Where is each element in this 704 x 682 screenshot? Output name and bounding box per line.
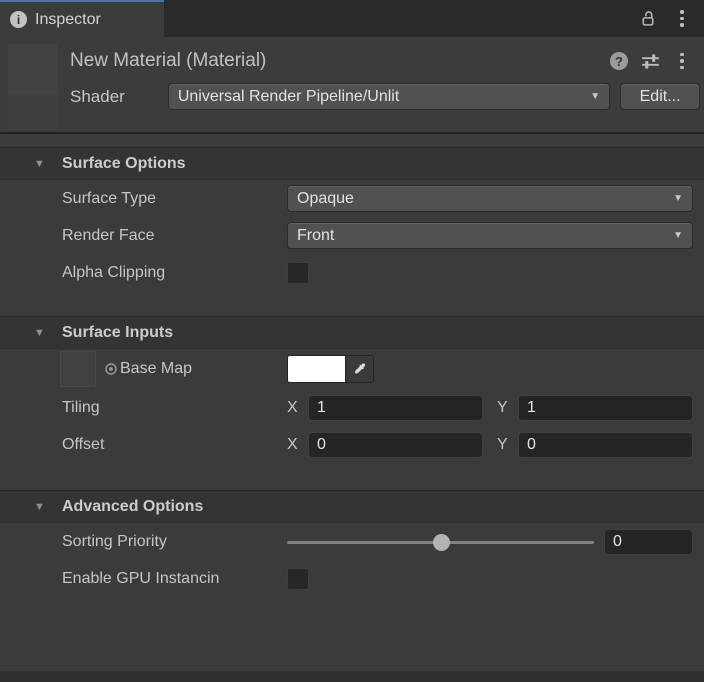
tab-bar-actions [638,0,704,37]
foldout-arrow-icon[interactable]: ▼ [34,501,62,513]
info-icon: i [10,11,27,28]
section-title: Advanced Options [62,498,203,516]
chevron-down-icon: ▼ [590,91,600,102]
tab-label: Inspector [35,11,101,29]
tiling-label: Tiling [62,399,287,417]
alpha-clipping-row: Alpha Clipping [0,254,704,291]
eyedropper-icon[interactable] [345,356,373,382]
surface-type-value: Opaque [297,190,667,208]
gpu-instancing-checkbox[interactable] [287,568,309,590]
header-divider [0,132,704,134]
window-menu-icon[interactable] [672,9,692,29]
offset-x-input[interactable] [308,432,483,458]
section-title: Surface Options [62,155,186,173]
surface-type-row: Surface Type Opaque ▼ [0,180,704,217]
unlock-icon[interactable] [638,9,658,29]
section-title: Surface Inputs [62,324,173,342]
alpha-clipping-label: Alpha Clipping [62,264,287,282]
tiling-y-input[interactable] [518,395,693,421]
sorting-priority-input[interactable] [604,529,693,555]
section-advanced-options[interactable]: ▼ Advanced Options [0,490,704,523]
base-map-label: Base Map [120,360,192,378]
offset-y-input[interactable] [518,432,693,458]
material-preview-thumbnail[interactable] [8,44,58,94]
render-face-row: Render Face Front ▼ [0,217,704,254]
render-face-dropdown[interactable]: Front ▼ [287,222,693,249]
base-map-color-control [287,355,374,383]
sorting-priority-slider[interactable] [287,533,594,551]
edit-shader-button[interactable]: Edit... [620,83,700,110]
material-preview-thumbnail-lower [8,94,58,130]
presets-icon[interactable] [640,51,660,71]
chevron-down-icon: ▼ [673,193,683,204]
foldout-arrow-icon[interactable]: ▼ [34,158,62,170]
material-title: New Material (Material) [70,50,610,72]
offset-row: Offset X Y [0,426,704,463]
sorting-priority-row: Sorting Priority [0,523,704,560]
tiling-x-input[interactable] [308,395,483,421]
shader-dropdown[interactable]: Universal Render Pipeline/Unlit ▼ [168,83,610,110]
alpha-clipping-checkbox[interactable] [287,262,309,284]
inspector-body: ▼ Surface Options Surface Type Opaque ▼ … [0,147,704,597]
base-map-color-swatch[interactable] [288,356,345,382]
tiling-y-axis-label: Y [497,399,511,417]
offset-y-axis-label: Y [497,436,511,454]
shader-label: Shader [70,87,168,107]
section-surface-options[interactable]: ▼ Surface Options [0,147,704,180]
material-header: New Material (Material) ? Shader [0,37,704,132]
shader-dropdown-value: Universal Render Pipeline/Unlit [178,88,584,106]
surface-type-label: Surface Type [62,190,287,208]
tiling-x-axis-label: X [287,399,301,417]
base-map-texture-slot[interactable] [60,351,96,387]
chevron-down-icon: ▼ [673,230,683,241]
offset-x-axis-label: X [287,436,301,454]
offset-label: Offset [62,436,287,454]
render-face-value: Front [297,227,667,245]
slider-thumb[interactable] [433,534,450,551]
gpu-instancing-label: Enable GPU Instancin [62,570,287,588]
surface-type-dropdown[interactable]: Opaque ▼ [287,185,693,212]
foldout-arrow-icon[interactable]: ▼ [34,327,62,339]
tab-bar: i Inspector [0,0,704,37]
inspector-window: i Inspector New Material (Material) ? [0,0,704,682]
render-face-label: Render Face [62,227,287,245]
sorting-priority-label: Sorting Priority [62,533,287,551]
material-menu-icon[interactable] [672,51,692,71]
help-icon[interactable]: ? [610,52,628,70]
tab-inspector[interactable]: i Inspector [0,0,164,37]
base-map-row: Base Map [0,349,704,389]
gpu-instancing-row: Enable GPU Instancin [0,560,704,597]
tiling-row: Tiling X Y [0,389,704,426]
object-picker-icon[interactable] [104,362,118,376]
bottom-edge [0,671,704,682]
section-surface-inputs[interactable]: ▼ Surface Inputs [0,316,704,349]
